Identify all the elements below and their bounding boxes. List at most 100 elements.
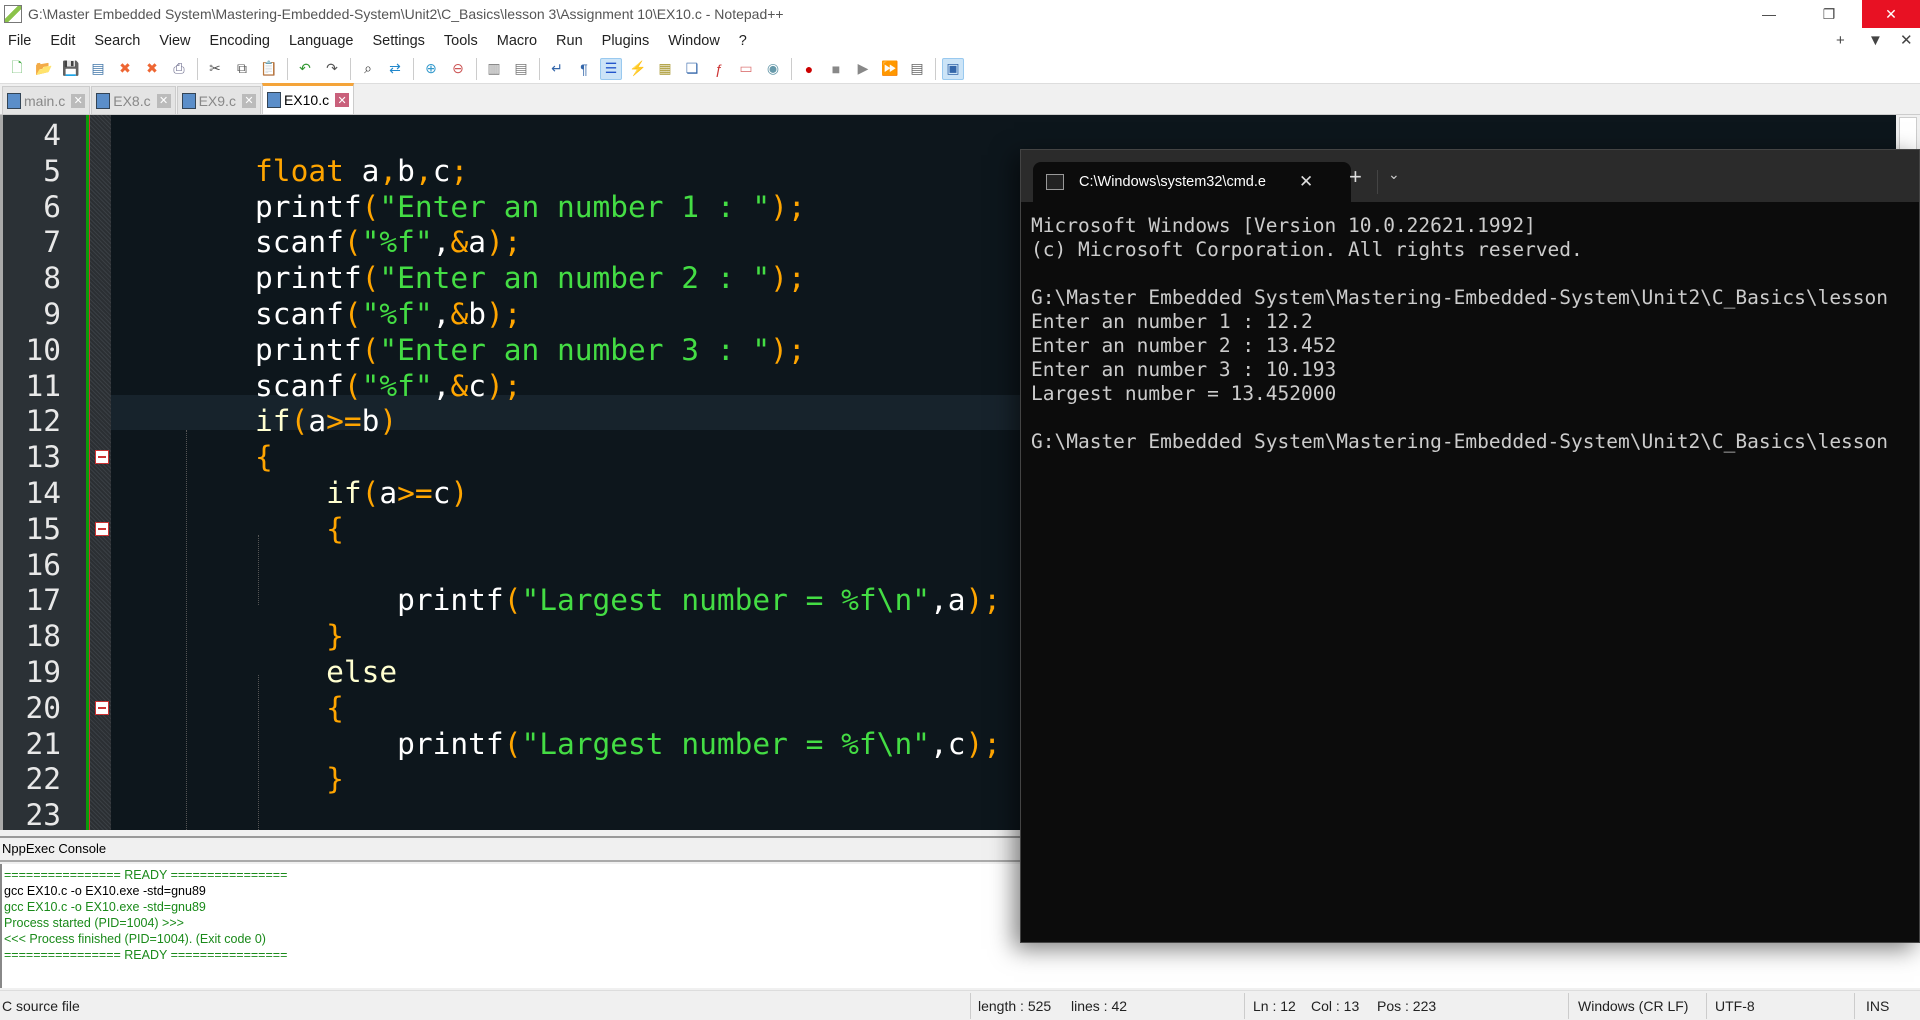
code-text: printf("Largest number = %f\n",c); [184,727,1001,762]
terminal-output[interactable]: Microsoft Windows [Version 10.0.22621.19… [1021,202,1919,466]
save-macro-button[interactable]: ▤ [906,58,928,80]
terminal-line: Enter an number 2 : 13.452 [1031,334,1337,357]
sync-horizontal-button[interactable]: ▤ [510,58,532,80]
menu-file[interactable]: File [8,33,31,49]
cut-button[interactable]: ✂ [204,58,226,80]
udl-button[interactable]: ⚡ [627,58,649,80]
tab-close-icon[interactable]: ✕ [241,93,256,108]
status-length: length : 525 [978,998,1052,1014]
document-map-icon: ▦ [658,60,672,76]
print-button[interactable]: ⎙ [168,58,190,80]
stop-macro-button[interactable]: ■ [825,58,847,80]
document-map-button[interactable]: ▦ [654,58,676,80]
menu-view[interactable]: View [159,33,190,49]
status-bar: C source file length : 525 lines : 42 Ln… [0,990,1920,1020]
fold-collapse-icon[interactable] [95,521,109,536]
menu-tools[interactable]: Tools [444,33,478,49]
document-list-button[interactable]: ❏ [681,58,703,80]
menu-search[interactable]: Search [94,33,140,49]
zoom-out-button[interactable]: ⊖ [447,58,469,80]
menu-plugins[interactable]: Plugins [602,33,650,49]
function-list-button[interactable]: ƒ [708,58,730,80]
find-button[interactable]: ⌕ [357,58,379,80]
code-token: ; [503,297,522,331]
tab-dropdown-button[interactable]: ⌄ [1388,166,1400,183]
undo-icon: ↶ [299,60,311,76]
tab-ex8-c[interactable]: EX8.c ✕ [91,86,176,114]
replace-button[interactable]: ⇄ [384,58,406,80]
save-all-button[interactable]: ▤ [87,58,109,80]
nppexec-console-button[interactable]: ▣ [942,57,964,80]
paste-button[interactable]: 📋 [258,58,280,80]
tab-close-icon[interactable]: ✕ [335,93,350,107]
tab-main-c[interactable]: main.c ✕ [2,86,91,114]
code-token: ( [361,332,380,367]
code-text: else [184,655,397,690]
save-macro-icon: ▤ [910,60,924,76]
minimize-button[interactable]: — [1740,0,1798,28]
tab-ex9-c[interactable]: EX9.c ✕ [176,86,261,114]
menu-settings[interactable]: Settings [372,33,424,49]
tab-ex10-c[interactable]: EX10.c ✕ [261,83,355,114]
record-macro-button[interactable]: ● [798,58,820,80]
code-text: { [184,512,344,547]
sync-vertical-button[interactable]: ▥ [483,58,505,80]
status-eol[interactable]: Windows (CR LF) [1578,998,1688,1014]
undo-button[interactable]: ↶ [294,58,316,80]
monitoring-button[interactable]: ◉ [762,58,784,80]
status-insert-mode[interactable]: INS [1866,998,1889,1014]
close-button[interactable]: ✕ [1862,0,1920,28]
save-button[interactable]: 💾 [60,58,82,80]
run-macro-multiple-button[interactable]: ⏩ [879,58,901,80]
play-macro-button[interactable]: ▶ [852,58,874,80]
show-all-chars-button[interactable]: ¶ [573,58,595,80]
line-number: 9 [43,297,61,331]
close-all-button[interactable]: ✖ [141,58,163,80]
toolbar-separator [539,57,540,80]
menu-add-icon[interactable]: + [1836,28,1845,54]
code-token: , [432,368,451,403]
indent-guide-button[interactable]: ☰ [600,57,622,80]
menu-language[interactable]: Language [289,33,354,49]
close-tab-icon[interactable]: ✕ [1299,172,1313,192]
menu-dropdown-icon[interactable]: ▼ [1868,28,1883,54]
word-wrap-button[interactable]: ↵ [546,58,568,80]
zoom-in-button[interactable]: ⊕ [420,58,442,80]
scrollbar-thumb[interactable] [1899,117,1917,151]
terminal-window[interactable]: C:\Windows\system32\cmd.e ✕ + ⌄ Microsof… [1020,149,1920,943]
menu-help[interactable]: ? [739,33,747,49]
code-token: ) [485,368,504,403]
menu-close-icon[interactable]: ✕ [1900,28,1913,54]
toolbar-separator [197,57,198,80]
code-token: ; [983,726,1002,761]
folder-workspace-button[interactable]: ▭ [735,58,757,80]
menu-macro[interactable]: Macro [497,33,537,49]
menu-encoding[interactable]: Encoding [210,33,270,49]
code-token: a [308,404,327,439]
new-file-button[interactable]: 🗋 [6,58,28,80]
open-file-button[interactable]: 📂 [33,58,55,80]
redo-button[interactable]: ↷ [321,58,343,80]
code-token: ( [343,297,362,331]
tab-close-icon[interactable]: ✕ [156,93,171,108]
code-text: printf("Enter an number 3 : "); [184,333,806,368]
copy-button[interactable]: ⧉ [231,58,253,80]
monitoring-icon: ◉ [766,60,780,76]
tab-label: EX8.c [113,92,151,109]
menu-edit[interactable]: Edit [50,33,75,49]
fold-collapse-icon[interactable] [95,450,109,465]
terminal-tab[interactable]: C:\Windows\system32\cmd.e ✕ [1033,162,1351,202]
tab-close-icon[interactable]: ✕ [71,93,86,108]
menu-window[interactable]: Window [668,33,720,49]
menu-run[interactable]: Run [556,33,583,49]
status-encoding[interactable]: UTF-8 [1715,998,1755,1014]
close-button[interactable]: ✖ [114,58,136,80]
restore-button[interactable]: ❐ [1800,0,1858,28]
code-token: ) [379,404,398,439]
udl-icon: ⚡ [629,60,647,76]
cut-icon: ✂ [209,60,221,76]
new-tab-button[interactable]: + [1349,164,1362,190]
fold-collapse-icon[interactable] [95,700,109,715]
